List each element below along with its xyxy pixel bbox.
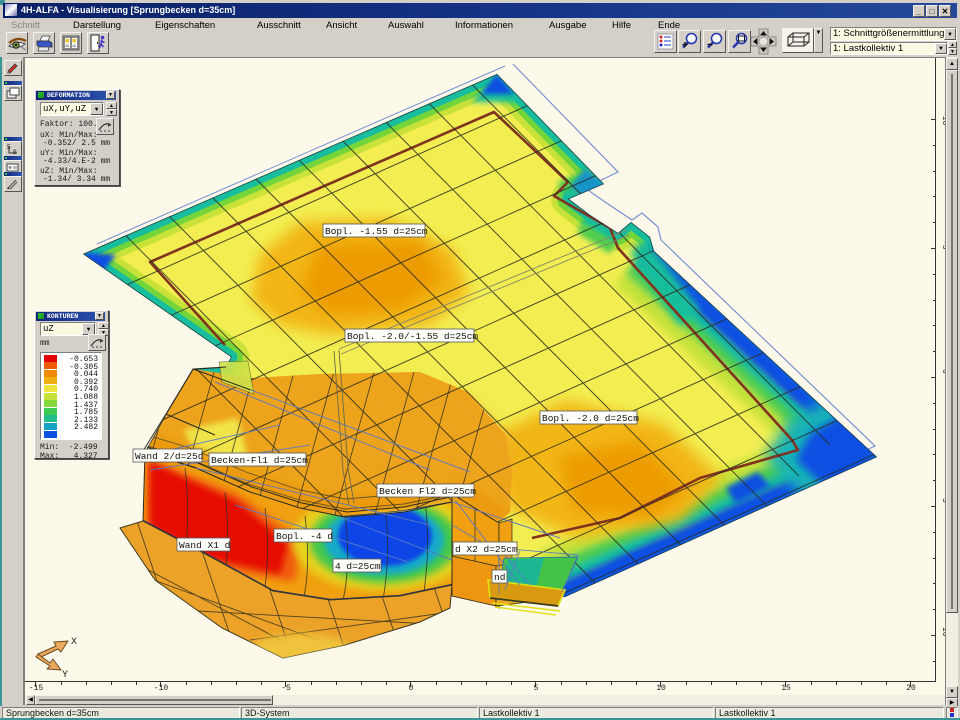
svg-text:Bopl. -4 d: Bopl. -4 d [276,531,333,542]
svg-text:X: X [71,637,77,648]
svg-text:Wand 2/d=25d: Wand 2/d=25d [135,451,203,462]
svg-text:d X2 d=25cm: d X2 d=25cm [455,544,518,555]
svg-text:4 d=25cm: 4 d=25cm [335,561,381,572]
svg-text:Bopl. -2.0 d=25cm: Bopl. -2.0 d=25cm [542,413,639,424]
svg-text:Wand X1 d: Wand X1 d [179,540,230,551]
svg-text:Bopl. -1.55 d=25cm: Bopl. -1.55 d=25cm [325,226,428,237]
svg-text:Bopl. -2.0/-1.55 d=25cm: Bopl. -2.0/-1.55 d=25cm [347,331,478,342]
svg-text:Becken-Fl1 d=25cm: Becken-Fl1 d=25cm [211,455,308,466]
svg-text:nd: nd [494,572,505,583]
svg-text:0: 0 [13,149,17,156]
svg-text:Y: Y [62,670,68,681]
svg-text:Becken Fl2 d=25cm: Becken Fl2 d=25cm [379,486,476,497]
